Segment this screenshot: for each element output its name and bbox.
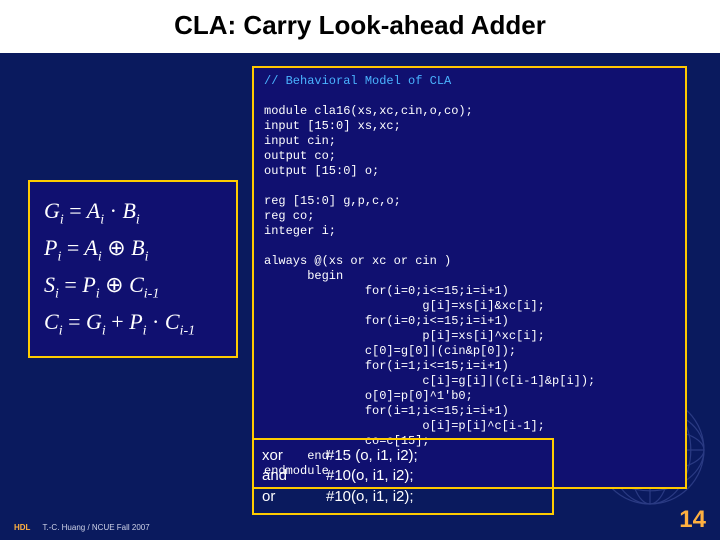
verilog-code-block: // Behavioral Model of CLA module cla16(… [252,66,687,489]
formula-c: Ci = Gi + Pi · Ci-1 [44,305,222,342]
footer-hdl: HDL [14,523,30,532]
slide-title: CLA: Carry Look-ahead Adder [0,0,720,53]
formula-block: Gi = Ai · Bi Pi = Ai ⊕ Bi Si = Pi ⊕ Ci-1… [28,180,238,358]
gate-row-or: or#10(o, i1, i2); [262,487,544,507]
formula-s: Si = Pi ⊕ Ci-1 [44,268,222,305]
gate-row-and: and#10(o, i1, i2); [262,466,544,486]
gate-delays-block: xor#15 (o, i1, i2); and#10(o, i1, i2); o… [252,438,554,515]
footer-author: T.-C. Huang / NCUE Fall 2007 [43,523,150,532]
formula-g: Gi = Ai · Bi [44,194,222,231]
formula-p: Pi = Ai ⊕ Bi [44,231,222,268]
page-number: 14 [679,506,706,534]
gate-row-xor: xor#15 (o, i1, i2); [262,446,544,466]
code-comment: // Behavioral Model of CLA [264,74,451,88]
footer: HDL T.-C. Huang / NCUE Fall 2007 [14,523,150,532]
